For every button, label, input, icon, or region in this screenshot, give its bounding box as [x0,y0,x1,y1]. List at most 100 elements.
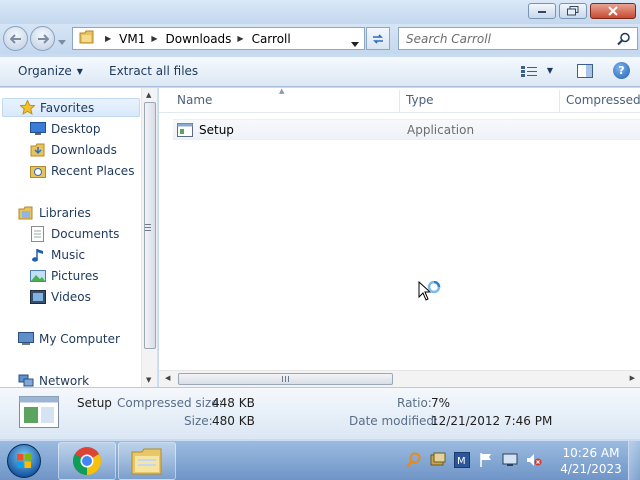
application-icon [177,122,193,137]
nav-item-videos[interactable]: Videos [30,287,91,306]
start-button[interactable] [4,442,44,480]
search-icon[interactable] [406,452,422,468]
close-button[interactable] [590,3,636,19]
taskbar-windows-explorer[interactable] [118,442,176,480]
chevron-down-icon: ▼ [76,66,83,76]
file-name: Setup [199,122,234,137]
navigation-scrollbar[interactable]: ▲ ▼ [141,88,157,387]
folder-icon [131,448,162,475]
minimize-button[interactable] [528,3,556,19]
application-icon [19,396,59,431]
extract-all-button[interactable]: Extract all files [109,64,198,78]
nav-item-label: Videos [51,289,91,304]
nav-favorites[interactable]: Favorites [2,98,140,117]
system-tray: M [406,452,550,468]
nav-item-music[interactable]: Music [30,245,85,264]
restore-icon [567,6,579,16]
column-header: ▲ Name Type Compressed s [159,87,640,113]
folder-icon [79,30,95,47]
breadcrumb-separator-icon[interactable]: ▶ [237,34,243,43]
documents-icon [30,225,46,242]
scroll-down-icon[interactable]: ▼ [146,376,151,384]
column-divider[interactable] [399,90,400,112]
nav-item-label: Recent Places [51,163,135,178]
nav-favorites-label: Favorites [40,100,95,115]
close-icon [608,6,618,16]
chevron-down-icon[interactable]: ▼ [547,66,553,75]
file-list-scrollbar[interactable]: ◀ ▶ [159,370,640,387]
forward-button[interactable] [30,26,55,51]
word-icon[interactable]: M [454,452,470,468]
compressed-size-value: 448 KB [212,396,255,410]
file-row-setup[interactable]: Setup Application [173,119,640,140]
nav-libraries-label: Libraries [39,205,91,220]
details-pane: Setup Compressed size: 448 KB Size: 480 … [0,387,640,439]
details-file-name: Setup [77,396,112,410]
recent-places-icon [30,163,46,179]
preview-pane-icon [577,63,593,78]
chrome-icon [73,447,101,475]
nav-network[interactable]: Network [18,371,89,387]
clock-time: 10:26 AM [562,446,620,460]
nav-libraries[interactable]: Libraries [18,203,91,222]
recent-pages-dropdown[interactable] [58,34,66,48]
windows-logo-icon [7,444,41,478]
nav-my-computer[interactable]: My Computer [18,329,120,348]
nav-item-label: Downloads [51,142,117,157]
address-history-dropdown[interactable] [351,36,359,50]
search-icon[interactable] [617,32,631,49]
computer-icon [18,331,34,347]
back-arrow-icon [9,33,21,44]
scroll-left-icon[interactable]: ◀ [165,374,170,382]
file-type: Application [407,122,475,137]
organize-button[interactable]: Organize ▼ [18,64,83,78]
preview-pane-button[interactable] [577,63,593,78]
maximize-button[interactable] [559,3,587,19]
videos-icon [30,289,46,305]
nav-item-desktop[interactable]: Desktop [30,119,101,138]
monitor-icon[interactable] [502,452,518,468]
view-tools: ▼ ? [509,62,630,79]
column-divider[interactable] [559,90,560,112]
change-view-button[interactable]: ▼ [520,65,553,77]
nav-item-recent-places[interactable]: Recent Places [30,161,134,180]
breadcrumb-separator-icon[interactable]: ▶ [105,34,111,43]
address-bar[interactable]: ▶ VM1 ▶ Downloads ▶ Carroll [72,27,365,50]
search-input[interactable] [406,31,606,46]
taskbar-chrome[interactable] [58,442,116,480]
volume-muted-icon[interactable] [526,452,542,468]
scrollbar-grip [282,376,291,382]
breadcrumb-downloads[interactable]: Downloads [166,32,232,46]
breadcrumb-vm1[interactable]: VM1 [119,32,145,46]
nav-item-documents[interactable]: Documents [30,224,119,243]
libraries-icon [18,205,34,221]
back-button[interactable] [3,26,28,51]
flag-icon[interactable] [478,452,494,468]
pictures-icon [30,268,46,284]
show-desktop-button[interactable] [628,441,640,480]
forward-arrow-icon [37,33,49,44]
scrollbar-thumb[interactable] [178,373,393,385]
nav-item-downloads[interactable]: Downloads [30,140,117,159]
nav-network-label: Network [39,373,90,388]
network-tool-icon[interactable] [430,452,446,468]
column-type[interactable]: Type [406,93,434,107]
music-icon [30,247,46,263]
nav-item-label: Documents [51,226,120,241]
breadcrumb-separator-icon[interactable]: ▶ [151,34,157,43]
nav-item-pictures[interactable]: Pictures [30,266,99,285]
refresh-button[interactable] [366,27,390,50]
desktop-icon [30,121,46,137]
clock[interactable]: 10:26 AM 4/21/2023 [556,445,626,477]
column-name[interactable]: Name [177,93,212,107]
scroll-right-icon[interactable]: ▶ [630,374,635,382]
breadcrumb-carroll[interactable]: Carroll [252,32,291,46]
downloads-folder-icon [30,142,46,158]
chevron-down-icon [58,40,66,45]
svg-text:M: M [457,456,466,467]
column-compressed-size[interactable]: Compressed s [566,93,640,107]
help-button[interactable]: ? [613,62,630,79]
extract-all-label: Extract all files [109,64,199,78]
scroll-up-icon[interactable]: ▲ [146,91,151,99]
navigation-pane: Favorites Desktop Downloads Recent Place… [0,88,158,387]
